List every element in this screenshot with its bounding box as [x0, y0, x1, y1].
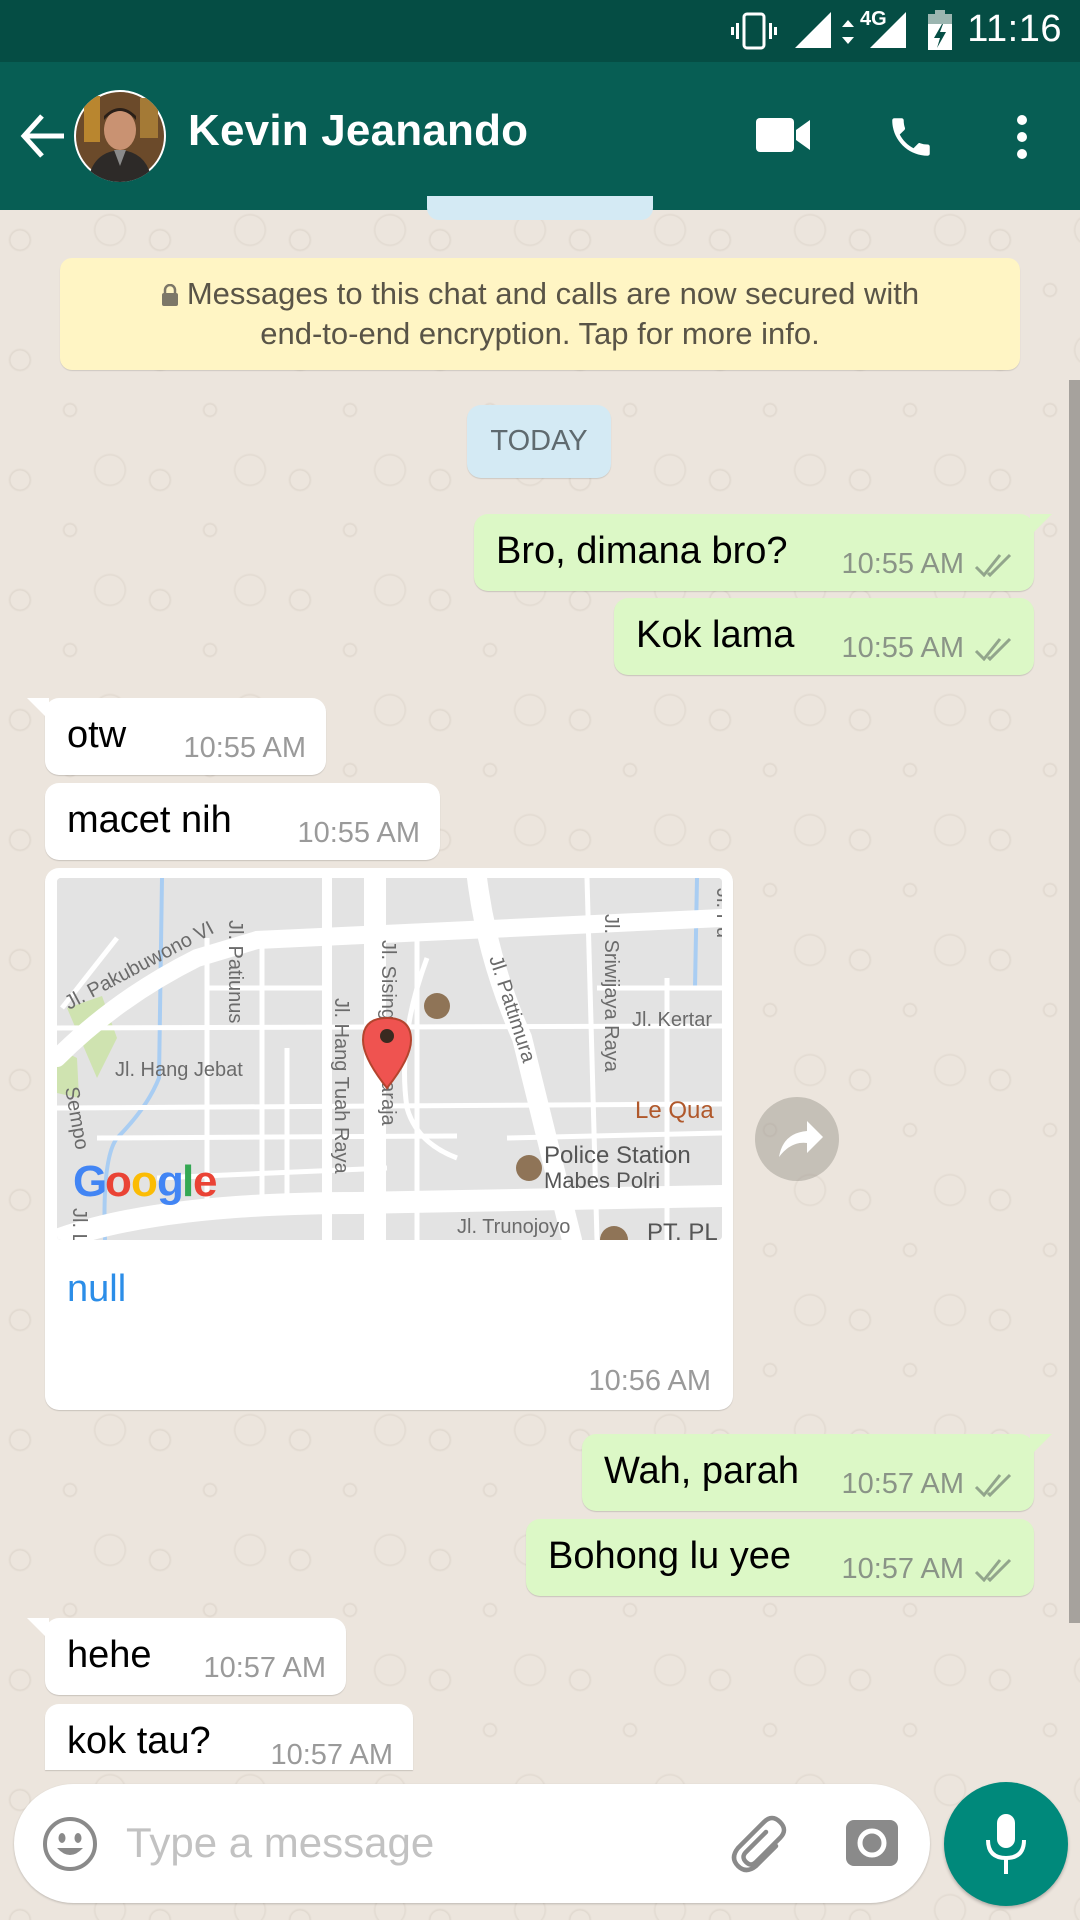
- message-time: 10:55 AM: [841, 632, 964, 664]
- map-label-trunojoyo: Jl. Trunojoyo: [457, 1216, 570, 1238]
- message-incoming[interactable]: hehe 10:57 AM: [27, 1618, 346, 1695]
- bubble-tail: [1030, 1434, 1052, 1456]
- date-chip: TODAY: [467, 405, 611, 478]
- video-call-icon[interactable]: [756, 118, 812, 154]
- message-time: 10:57 AM: [841, 1468, 964, 1500]
- double-check-icon: [974, 1473, 1012, 1497]
- map-place-mabes: Mabes Polri: [544, 1168, 660, 1193]
- message-outgoing[interactable]: Kok lama 10:55 AM: [614, 598, 1034, 675]
- bubble-tail: [27, 1618, 49, 1640]
- message-time: 10:57 AM: [203, 1652, 326, 1684]
- google-logo: G o o g l e: [73, 1157, 217, 1206]
- message-outgoing[interactable]: Bohong lu yee 10:57 AM: [526, 1519, 1034, 1596]
- message-composer: [14, 1784, 930, 1903]
- message-text: Kok lama: [636, 614, 795, 656]
- forward-icon: [779, 1121, 823, 1157]
- map-label-hangtuah: Jl. Hang Tuah Raya: [330, 998, 352, 1175]
- message-time: 10:57 AM: [841, 1553, 964, 1585]
- map-label-pudjangga: Jl. Pu: [712, 888, 722, 938]
- signal-4g-icon: [870, 12, 906, 48]
- message-meta: 10:55 AM: [841, 548, 1014, 581]
- message-text: kok tau?: [67, 1720, 211, 1762]
- message-text: macet nih: [67, 799, 232, 841]
- message-text: Bro, dimana bro?: [496, 530, 788, 572]
- message-time: 10:55 AM: [183, 732, 306, 764]
- svg-text:o: o: [131, 1157, 158, 1206]
- message-incoming[interactable]: kok tau? 10:57 AM: [45, 1704, 413, 1770]
- message-location[interactable]: Jl. Pakubuwono VI Jl. Patiunus Jl. Hang …: [45, 868, 733, 1410]
- svg-text:o: o: [105, 1157, 132, 1206]
- encryption-line-1: Messages to this chat and calls are now …: [186, 276, 920, 311]
- signal-icon: [795, 12, 831, 48]
- attach-icon[interactable]: [730, 1812, 790, 1874]
- forward-button[interactable]: [755, 1097, 839, 1181]
- message-time: 10:55 AM: [297, 817, 420, 849]
- message-text: Wah, parah: [604, 1450, 800, 1492]
- map-place-pt: PT. PL: [647, 1219, 718, 1240]
- svg-text:g: g: [157, 1157, 184, 1206]
- message-outgoing[interactable]: Wah, parah 10:57 AM: [582, 1434, 1052, 1511]
- emoji-icon[interactable]: [42, 1816, 98, 1872]
- message-text: Bohong lu yee: [548, 1535, 791, 1577]
- clock: 11:16: [967, 8, 1062, 50]
- message-time: 10:56 AM: [588, 1365, 711, 1397]
- double-check-icon: [974, 1558, 1012, 1582]
- camera-icon[interactable]: [844, 1816, 900, 1870]
- encryption-notice[interactable]: Messages to this chat and calls are now …: [60, 258, 1020, 370]
- map-label-hangjebat: Jl. Hang Jebat: [115, 1059, 243, 1081]
- map-place-lequa: Le Qua: [635, 1097, 714, 1124]
- message-incoming[interactable]: otw 10:55 AM: [27, 698, 326, 775]
- lock-icon: [161, 284, 178, 306]
- location-map[interactable]: Jl. Pakubuwono VI Jl. Patiunus Jl. Hang …: [57, 878, 722, 1240]
- vibrate-icon: [731, 12, 777, 50]
- back-arrow-icon[interactable]: [18, 106, 70, 166]
- message-outgoing[interactable]: Bro, dimana bro? 10:55 AM: [474, 514, 1052, 591]
- double-check-icon: [974, 637, 1012, 661]
- map-label-la: Jl. La: [68, 1208, 90, 1240]
- message-time: 10:57 AM: [270, 1739, 393, 1770]
- scrollbar[interactable]: [1069, 380, 1080, 1623]
- message-input[interactable]: [126, 1808, 686, 1878]
- avatar[interactable]: [74, 90, 166, 182]
- map-label-sriwijaya: Jl. Sriwijaya Raya: [600, 914, 622, 1073]
- map-label-kertanegara: Jl. Kertar: [632, 1009, 712, 1031]
- location-link[interactable]: null: [67, 1268, 126, 1311]
- more-vert-icon[interactable]: [1012, 114, 1032, 160]
- mic-button[interactable]: [944, 1782, 1068, 1906]
- previous-date-chip: [427, 196, 653, 220]
- status-bar: 4G 11:16: [0, 0, 1080, 62]
- mic-icon: [986, 1814, 1026, 1874]
- svg-text:e: e: [193, 1157, 217, 1206]
- map-label-patiunus: Jl. Patiunus: [224, 920, 246, 1023]
- battery-charging-icon: [928, 10, 952, 50]
- bubble-tail: [27, 698, 49, 720]
- message-meta: 10:57 AM: [841, 1553, 1014, 1586]
- message-text: hehe: [67, 1634, 152, 1676]
- svg-text:G: G: [73, 1157, 107, 1206]
- data-activity-icon: [842, 20, 854, 44]
- message-time: 10:55 AM: [841, 548, 964, 580]
- contact-name[interactable]: Kevin Jeanando: [188, 106, 528, 156]
- message-incoming[interactable]: macet nih 10:55 AM: [45, 783, 440, 860]
- map-place-police: Police Station: [544, 1142, 691, 1169]
- message-meta: 10:57 AM: [841, 1468, 1014, 1501]
- message-meta: 10:55 AM: [841, 632, 1014, 665]
- voice-call-icon[interactable]: [886, 112, 936, 162]
- chat-header: Kevin Jeanando: [0, 62, 1080, 210]
- message-text: otw: [67, 714, 127, 756]
- encryption-line-2: end-to-end encryption. Tap for more info…: [260, 316, 820, 351]
- double-check-icon: [974, 553, 1012, 577]
- bubble-tail: [1030, 514, 1052, 536]
